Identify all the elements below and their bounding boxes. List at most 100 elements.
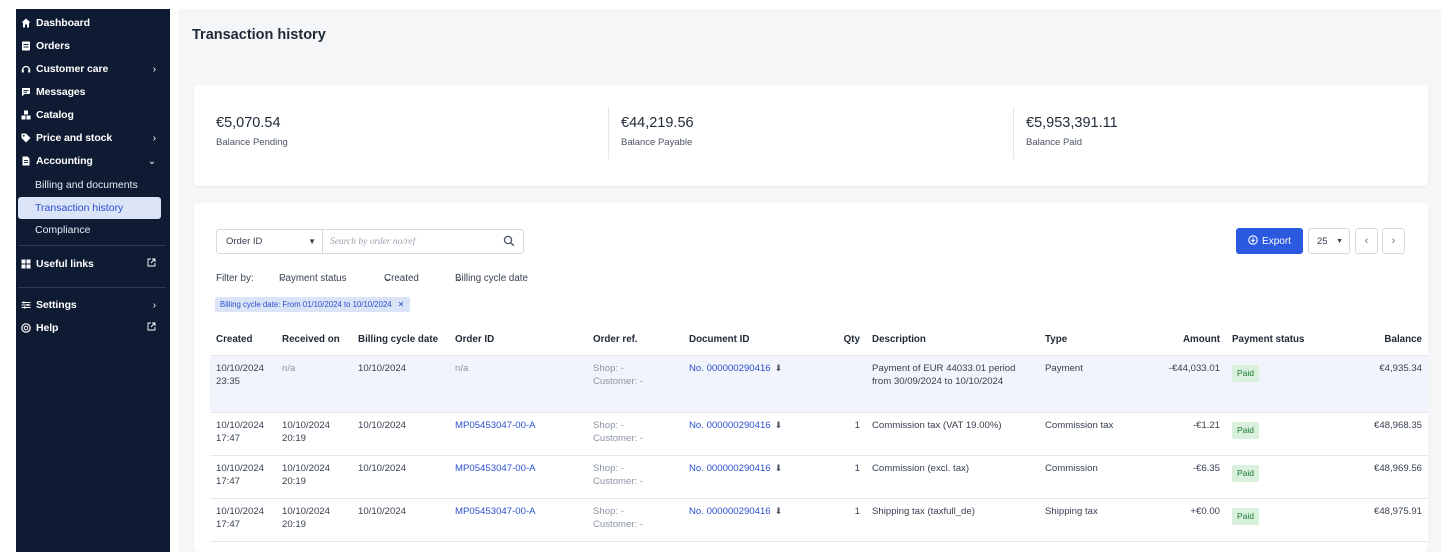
created-time: 17:47 [216,475,241,487]
created-time: 23:35 [216,375,241,387]
chevron-right-icon: › [152,132,156,144]
cell-billing: 10/10/2024 [352,355,449,413]
document-link[interactable]: No. 000000290416 [689,420,771,431]
col-description[interactable]: Description [866,325,1039,356]
cell-created: 10/10/2024 17:47 [210,455,276,499]
chevron-right-icon: › [152,299,156,311]
sidebar-subitem-billing[interactable]: Billing and documents [18,174,161,196]
sidebar-item-help[interactable]: Help [16,317,170,339]
filter-payment-status-label: Payment status [279,273,347,284]
balance-divider [1013,107,1014,159]
sidebar-item-label: Useful links [36,258,94,270]
cell-order-id[interactable]: MP05453047-00-A [449,412,587,456]
cell-order-id[interactable]: MP05453047-00-A [449,498,587,542]
cell-order-id[interactable]: MP05453047-00-A [449,455,587,499]
filter-payment-status[interactable]: Payment status ⌄ [279,273,347,284]
cell-amount: -€1.21 [1135,412,1226,456]
cell-description: Payment of EUR 44033.01 period from 30/0… [866,355,1039,413]
cell-balance: €48,969.56 [1336,455,1428,499]
download-icon[interactable]: ⬇ [775,462,783,475]
balance-label: Balance Pending [216,137,288,148]
search-input[interactable] [324,231,494,252]
external-link-icon [147,258,156,270]
sidebar-item-label: Customer care [36,63,109,75]
cell-received: 10/10/2024 20:19 [276,455,352,499]
document-link[interactable]: No. 000000290416 [689,363,771,374]
sidebar-item-price-and-stock[interactable]: Price and stock › [16,127,170,149]
col-type[interactable]: Type [1039,325,1135,356]
cell-status: Paid [1226,355,1336,413]
cell-document[interactable]: No. 000000290416 ⬇ [683,412,823,456]
prev-page-button[interactable]: ‹ [1355,228,1378,254]
table-row[interactable]: 10/10/2024 17:47 10/10/2024 20:19 10/10/20… [210,455,1428,499]
cell-amount: -€44,033.01 [1135,355,1226,413]
per-page-select[interactable]: 25 ▼ [1308,228,1350,254]
cell-description: Commission tax (VAT 19.00%) [866,412,1039,456]
table-row[interactable]: 10/10/2024 17:47 10/10/2024 20:19 10/10/20… [210,498,1428,542]
document-link[interactable]: No. 000000290416 [689,463,771,474]
customer-ref: Customer: - [593,375,644,387]
sidebar-divider [18,287,166,288]
download-icon[interactable]: ⬇ [775,505,783,518]
filter-billing-cycle[interactable]: Billing cycle date ⌄ [455,273,528,284]
cell-document[interactable]: No. 000000290416 ⬇ [683,455,823,499]
cell-description: Commission (excl. tax) [866,455,1039,499]
col-status[interactable]: Payment status [1226,325,1336,356]
chevron-left-icon: ‹ [1364,235,1369,247]
col-document[interactable]: Document ID [683,325,823,356]
table-row[interactable]: 10/10/2024 17:47 10/10/2024 20:19 10/10/20… [210,412,1428,456]
col-amount[interactable]: Amount [1135,325,1226,356]
sidebar-item-messages[interactable]: Messages [16,81,170,103]
col-order-ref[interactable]: Order ref. [587,325,683,356]
document-link[interactable]: No. 000000290416 [689,506,771,517]
cell-document[interactable]: No. 000000290416 ⬇ [683,355,823,413]
balance-label: Balance Payable [621,137,693,148]
main-content: Transaction history €5,070.54 Balance Pe… [178,9,1441,552]
export-button[interactable]: Export [1236,228,1303,254]
sidebar-item-settings[interactable]: Settings › [16,294,170,316]
sidebar-item-orders[interactable]: Orders [16,35,170,57]
search-icon[interactable] [503,234,517,248]
cell-created: 10/10/2024 17:47 [210,412,276,456]
chevron-down-icon: ⌄ [147,155,156,167]
col-qty[interactable]: Qty [823,325,866,356]
cell-created: 10/10/2024 23:35 [210,355,276,413]
sidebar-item-useful-links[interactable]: Useful links [16,253,170,275]
received-time: 20:19 [282,432,307,444]
sidebar-item-accounting[interactable]: Accounting ⌄ [16,150,170,172]
transactions-card: Order ID ▼ Export 25 ▼ ‹ › Filter by: Pa… [194,203,1428,552]
cell-document[interactable]: No. 000000290416 ⬇ [683,498,823,542]
status-badge: Paid [1232,364,1260,382]
order-search: Order ID ▼ [216,229,524,254]
filter-created[interactable]: Created ⌄ [384,273,419,284]
created-date: 10/10/2024 [216,462,265,474]
table-row[interactable]: 10/10/2024 23:35 n/a 10/10/2024 n/a Shop:… [210,355,1428,413]
sidebar-item-catalog[interactable]: Catalog [16,104,170,126]
balance-label: Balance Paid [1026,137,1082,148]
customer-ref: Customer: - [593,475,644,487]
col-created[interactable]: Created [210,325,276,356]
cell-balance: €4,935.34 [1336,355,1428,413]
close-icon[interactable]: ✕ [398,300,405,309]
sidebar-item-label: Price and stock [36,132,113,144]
sidebar-subitem-compliance[interactable]: Compliance [18,219,161,241]
next-page-button[interactable]: › [1382,228,1405,254]
status-badge: Paid [1232,421,1260,439]
col-billing[interactable]: Billing cycle date [352,325,449,356]
balance-pending: €5,070.54 Balance Pending [216,115,288,148]
sidebar-item-dashboard[interactable]: Dashboard [16,12,170,34]
sidebar-subitem-transaction-history[interactable]: Transaction history [18,197,161,219]
cell-order-id: n/a [449,355,587,413]
download-icon[interactable]: ⬇ [775,362,783,375]
download-icon[interactable]: ⬇ [775,419,783,432]
search-field-select[interactable]: Order ID ▼ [217,230,323,253]
status-badge: Paid [1232,464,1260,482]
col-order-id[interactable]: Order ID [449,325,587,356]
sidebar: Dashboard Orders Customer care › Message… [16,9,170,552]
sidebar-divider [18,245,166,246]
sidebar-item-label: Messages [36,86,86,98]
document-icon [20,155,32,167]
col-received[interactable]: Received on [276,325,352,356]
col-balance[interactable]: Balance [1336,325,1428,356]
sidebar-item-customer-care[interactable]: Customer care › [16,58,170,80]
